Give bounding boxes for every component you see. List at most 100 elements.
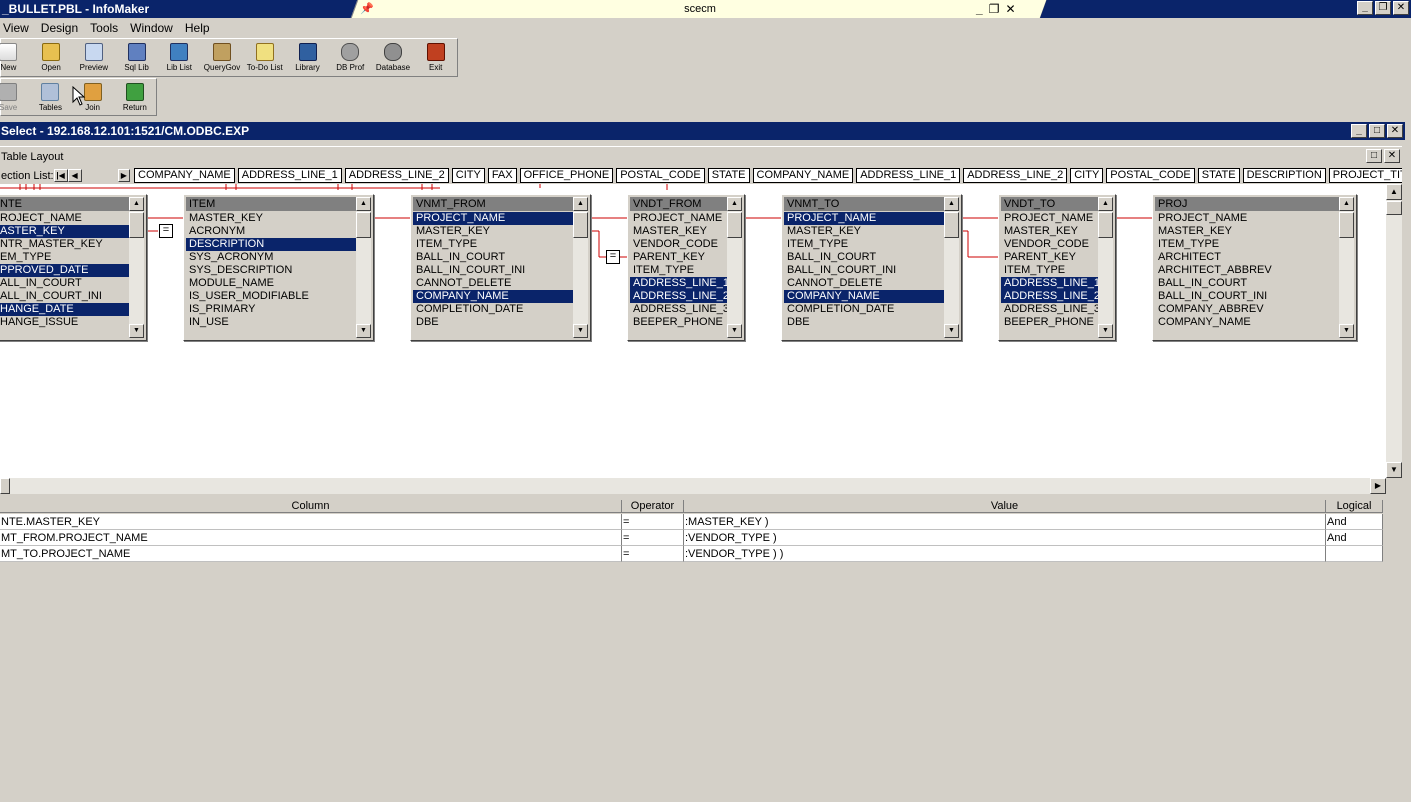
operator-cell[interactable]: = — [622, 530, 684, 546]
menu-view[interactable]: View — [0, 19, 35, 37]
canvas-horizontal-scrollbar[interactable]: ▶ — [0, 478, 1386, 494]
selection-list-column[interactable]: DESCRIPTION — [1242, 168, 1326, 183]
table-column-item[interactable]: COMPANY_ABBREV — [1155, 303, 1339, 316]
db-profile-button[interactable]: DB Prof — [329, 39, 372, 76]
column-header[interactable]: Column — [0, 500, 622, 513]
table-column-item[interactable]: ACRONYM — [186, 225, 356, 238]
table-column-item[interactable]: ADDRESS_LINE_3 — [1001, 303, 1098, 316]
table-column-item[interactable]: ALL_IN_COURT — [0, 277, 129, 290]
table-scrollbar[interactable]: ▲ ▼ — [727, 197, 742, 338]
table-column-item[interactable]: ALL_IN_COURT_INI — [0, 290, 129, 303]
grid-row[interactable]: MT_FROM.PROJECT_NAME = :VENDOR_TYPE ) An… — [0, 530, 1383, 546]
table-box-vndt-to[interactable]: VNDT_TO PROJECT_NAME MASTER_KEY VENDOR_CODE… — [998, 194, 1116, 341]
table-scrollbar[interactable]: ▲ ▼ — [944, 197, 959, 338]
table-layout-maximize-button[interactable]: □ — [1366, 149, 1382, 163]
selection-list-column[interactable]: OFFICE_PHONE — [519, 168, 614, 183]
table-scroll-down-button[interactable]: ▼ — [129, 324, 144, 338]
menu-window[interactable]: Window — [124, 19, 179, 37]
table-column-item[interactable]: PROJECT_NAME — [1155, 212, 1339, 225]
table-column-item[interactable]: SYS_DESCRIPTION — [186, 264, 356, 277]
table-box-nte[interactable]: NTE ROJECT_NAME ASTER_KEY NTR_MASTER_KEY EM_… — [0, 194, 147, 341]
select-minimize-button[interactable]: _ — [1351, 124, 1367, 138]
table-column-item[interactable]: ITEM_TYPE — [1155, 238, 1339, 251]
table-column-item[interactable]: BALL_IN_COURT_INI — [413, 264, 573, 277]
table-column-item[interactable]: DBE — [413, 316, 573, 329]
table-column-item[interactable]: CANNOT_DELETE — [413, 277, 573, 290]
table-scroll-up-button[interactable]: ▲ — [356, 197, 371, 211]
join-operator-marker[interactable]: = — [159, 224, 173, 238]
value-cell[interactable]: :VENDOR_TYPE ) — [684, 530, 1326, 546]
table-column-item[interactable]: COMPANY_NAME — [413, 290, 573, 303]
logical-cell[interactable]: And — [1326, 514, 1383, 530]
table-scroll-down-button[interactable]: ▼ — [727, 324, 742, 338]
table-scroll-up-button[interactable]: ▲ — [129, 197, 144, 211]
table-column-item[interactable]: ADDRESS_LINE_3 — [630, 303, 727, 316]
table-scroll-up-button[interactable]: ▲ — [944, 197, 959, 211]
table-column-item[interactable]: MASTER_KEY — [186, 212, 356, 225]
table-column-item[interactable]: BALL_IN_COURT — [1155, 277, 1339, 290]
save-button[interactable]: Save — [0, 79, 29, 116]
select-close-button[interactable]: ✕ — [1387, 124, 1403, 138]
table-name[interactable]: VNMT_TO — [784, 197, 944, 211]
table-column-item[interactable]: SYS_ACRONYM — [186, 251, 356, 264]
scroll-right-button[interactable]: ▶ — [1370, 478, 1386, 494]
center-close-button[interactable]: ✕ — [1005, 2, 1015, 16]
table-box-vndt-from[interactable]: VNDT_FROM PROJECT_NAME MASTER_KEY VENDOR_CO… — [627, 194, 745, 341]
table-column-item[interactable]: ADDRESS_LINE_2 — [1001, 290, 1098, 303]
table-column-item[interactable]: PARENT_KEY — [630, 251, 727, 264]
table-scroll-thumb[interactable] — [944, 212, 959, 238]
select-maximize-button[interactable]: □ — [1369, 124, 1385, 138]
table-box-item[interactable]: ITEM MASTER_KEY ACRONYM DESCRIPTION SYS_ACRO… — [183, 194, 374, 341]
selection-list-column[interactable]: STATE — [707, 168, 750, 183]
selection-list-column[interactable]: PROJECT_TITLE — [1328, 168, 1402, 183]
table-column-item[interactable]: MASTER_KEY — [1001, 225, 1098, 238]
table-scrollbar[interactable]: ▲ ▼ — [573, 197, 588, 338]
query-gov-button[interactable]: QueryGov — [201, 39, 244, 76]
table-column-item[interactable]: IS_PRIMARY — [186, 303, 356, 316]
table-column-item[interactable]: BALL_IN_COURT — [784, 251, 944, 264]
lib-list-button[interactable]: Lib List — [158, 39, 201, 76]
table-column-item[interactable]: ADDRESS_LINE_1 — [630, 277, 727, 290]
restore-button[interactable]: ❐ — [1375, 1, 1391, 15]
table-column-item[interactable]: MASTER_KEY — [784, 225, 944, 238]
table-column-item[interactable]: HANGE_ISSUE — [0, 316, 129, 329]
table-name[interactable]: VNMT_FROM — [413, 197, 573, 211]
selection-list-column[interactable]: CITY — [1070, 168, 1104, 183]
scroll-prev-button[interactable]: ◀ — [67, 169, 82, 182]
value-header[interactable]: Value — [684, 500, 1326, 513]
table-scrollbar[interactable]: ▲ ▼ — [1339, 197, 1354, 338]
selection-list-column[interactable]: POSTAL_CODE — [1106, 168, 1195, 183]
scroll-up-button[interactable]: ▲ — [1386, 184, 1402, 200]
join-operator-marker[interactable]: = — [606, 250, 620, 264]
table-scroll-thumb[interactable] — [727, 212, 742, 238]
table-column-item[interactable]: BALL_IN_COURT_INI — [1155, 290, 1339, 303]
selection-list-column[interactable]: COMPANY_NAME — [752, 168, 854, 183]
table-column-item[interactable]: IS_USER_MODIFIABLE — [186, 290, 356, 303]
table-column-item[interactable]: IN_USE — [186, 316, 356, 329]
table-column-item[interactable]: ARCHITECT — [1155, 251, 1339, 264]
table-box-proj[interactable]: PROJ PROJECT_NAME MASTER_KEY ITEM_TYPE ARCHI… — [1152, 194, 1357, 341]
table-scroll-down-button[interactable]: ▼ — [573, 324, 588, 338]
table-column-item[interactable]: ITEM_TYPE — [630, 264, 727, 277]
todo-list-button[interactable]: To-Do List — [243, 39, 286, 76]
table-scroll-thumb[interactable] — [573, 212, 588, 238]
open-button[interactable]: Open — [30, 39, 73, 76]
table-scroll-down-button[interactable]: ▼ — [1098, 324, 1113, 338]
table-column-item[interactable]: COMPLETION_DATE — [413, 303, 573, 316]
table-column-item[interactable]: NTR_MASTER_KEY — [0, 238, 129, 251]
selection-list-column[interactable]: ADDRESS_LINE_1 — [237, 168, 342, 183]
table-scroll-up-button[interactable]: ▲ — [1098, 197, 1113, 211]
sql-lib-button[interactable]: Sql Lib — [115, 39, 158, 76]
selection-list-column[interactable]: ADDRESS_LINE_2 — [344, 168, 449, 183]
table-column-item[interactable]: BEEPER_PHONE — [630, 316, 727, 329]
logical-cell[interactable] — [1326, 546, 1383, 562]
table-name[interactable]: VNDT_TO — [1001, 197, 1098, 211]
table-column-item[interactable]: BALL_IN_COURT — [413, 251, 573, 264]
selection-list-column[interactable]: FAX — [487, 168, 517, 183]
table-column-item[interactable]: VENDOR_CODE — [1001, 238, 1098, 251]
scroll-next-button[interactable]: ▶ — [117, 169, 131, 182]
table-column-item[interactable]: PROJECT_NAME — [413, 212, 573, 225]
canvas-vertical-scrollbar[interactable]: ▲ ▼ — [1386, 184, 1402, 478]
preview-button[interactable]: Preview — [72, 39, 115, 76]
menu-design[interactable]: Design — [35, 19, 84, 37]
